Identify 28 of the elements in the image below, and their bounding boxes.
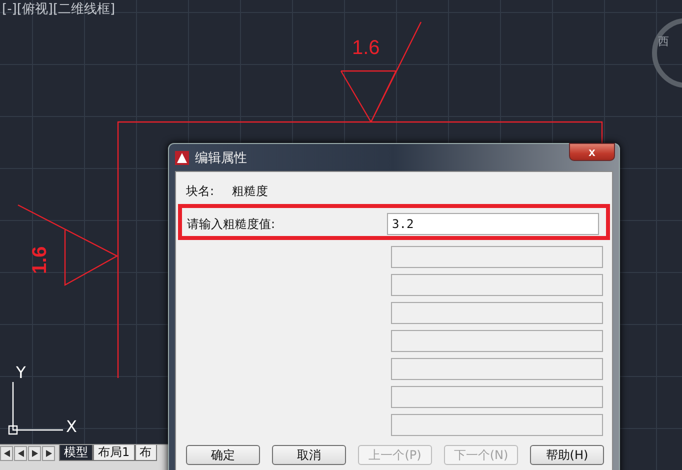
left-arrow-icon: [4, 450, 10, 457]
viewport-label[interactable]: [-][俯视][二维线框]: [2, 2, 116, 18]
input-field[interactable]: 3.2: [387, 213, 599, 235]
dialog-button[interactable]: 确定: [186, 445, 260, 465]
right-arrow-icon: [32, 450, 38, 457]
right-arrow-icon: [46, 450, 52, 457]
dialog-button[interactable]: 帮助(H): [530, 445, 604, 465]
tab-scroll-button[interactable]: [42, 446, 55, 461]
roughness-value: 1.6: [29, 246, 51, 274]
tab-scroll-button[interactable]: [14, 446, 27, 461]
layout-tab[interactable]: 布: [134, 445, 157, 461]
dialog-title: 编辑属性: [195, 150, 247, 166]
block-name-label: 块名:: [186, 182, 214, 200]
tab-scroll-button[interactable]: [28, 446, 41, 461]
compass-label: 西: [658, 34, 669, 49]
close-button[interactable]: x: [569, 143, 615, 161]
tab-scroll-button[interactable]: [0, 446, 13, 461]
field-label: 请输入粗糙度值:: [187, 216, 276, 232]
dialog-button[interactable]: 取消: [272, 445, 346, 465]
ucs-x-label: X: [66, 417, 77, 436]
layout-tab[interactable]: 布局1: [93, 445, 135, 461]
left-arrow-icon: [18, 450, 24, 457]
roughness-value: 1.6: [352, 37, 380, 59]
layout-tab[interactable]: 模型: [59, 445, 93, 461]
block-name-value: 粗糙度: [232, 182, 268, 200]
ucs-y-label: Y: [16, 363, 26, 382]
app-logo-icon: [175, 150, 189, 164]
ucs-axes-drawing: [8, 382, 63, 435]
